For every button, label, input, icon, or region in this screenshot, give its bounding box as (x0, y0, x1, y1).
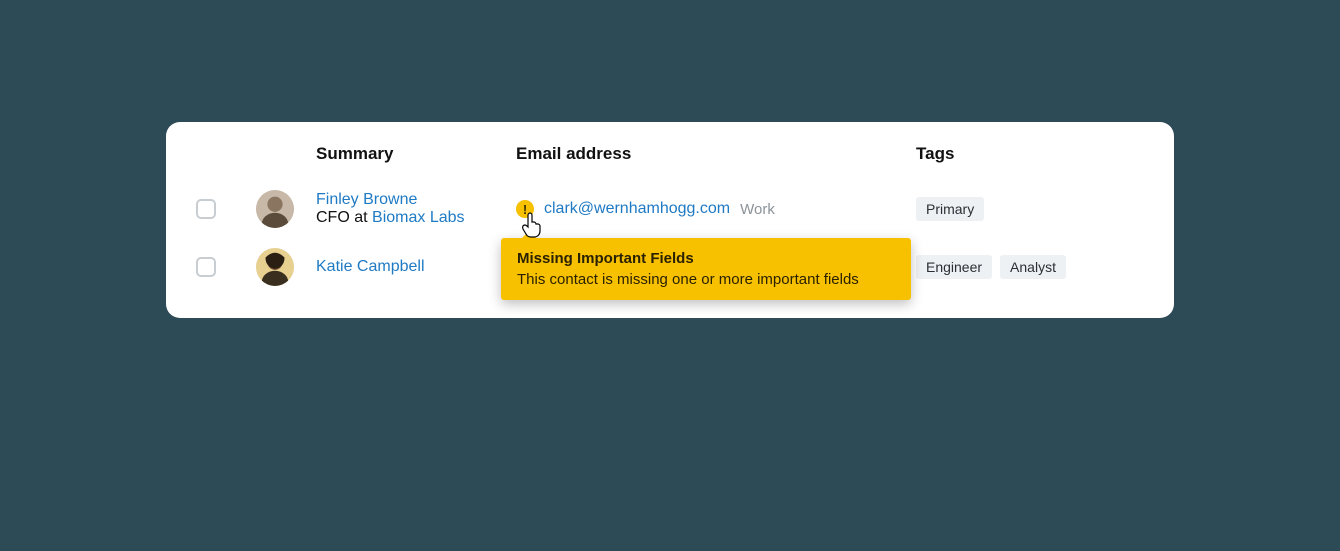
tags-cell: Engineer Analyst (916, 255, 1144, 279)
tag[interactable]: Primary (916, 197, 984, 221)
table-header: Summary Email address Tags (196, 144, 1144, 164)
col-header-tags: Tags (916, 144, 1144, 164)
avatar[interactable] (256, 190, 294, 228)
email-cell: ! clark@wernhamhogg.com Work Missing Imp… (516, 200, 916, 218)
contact-name-link[interactable]: Finley Browne (316, 191, 516, 209)
contact-subtitle: CFO at Biomax Labs (316, 209, 516, 227)
table-row: Finley Browne CFO at Biomax Labs ! clark… (196, 180, 1144, 238)
warning-icon[interactable]: ! (516, 200, 534, 218)
role-text: CFO at (316, 209, 372, 226)
contact-name-link[interactable]: Katie Campbell (316, 258, 516, 276)
contact-summary: Katie Campbell (316, 258, 516, 276)
row-checkbox[interactable] (196, 257, 216, 277)
warning-tooltip: Missing Important Fields This contact is… (501, 238, 911, 300)
contact-summary: Finley Browne CFO at Biomax Labs (316, 191, 516, 227)
row-checkbox[interactable] (196, 199, 216, 219)
tooltip-body: This contact is missing one or more impo… (517, 271, 895, 288)
company-link[interactable]: Biomax Labs (372, 209, 465, 226)
tooltip-title: Missing Important Fields (517, 250, 895, 267)
email-link[interactable]: clark@wernhamhogg.com (544, 200, 730, 218)
col-header-summary: Summary (316, 144, 516, 164)
tag[interactable]: Engineer (916, 255, 992, 279)
tag[interactable]: Analyst (1000, 255, 1066, 279)
tags-cell: Primary (916, 197, 1144, 221)
col-header-email: Email address (516, 144, 916, 164)
email-type-label: Work (740, 201, 775, 218)
avatar[interactable] (256, 248, 294, 286)
contacts-card: Summary Email address Tags Finley Browne… (166, 122, 1174, 318)
